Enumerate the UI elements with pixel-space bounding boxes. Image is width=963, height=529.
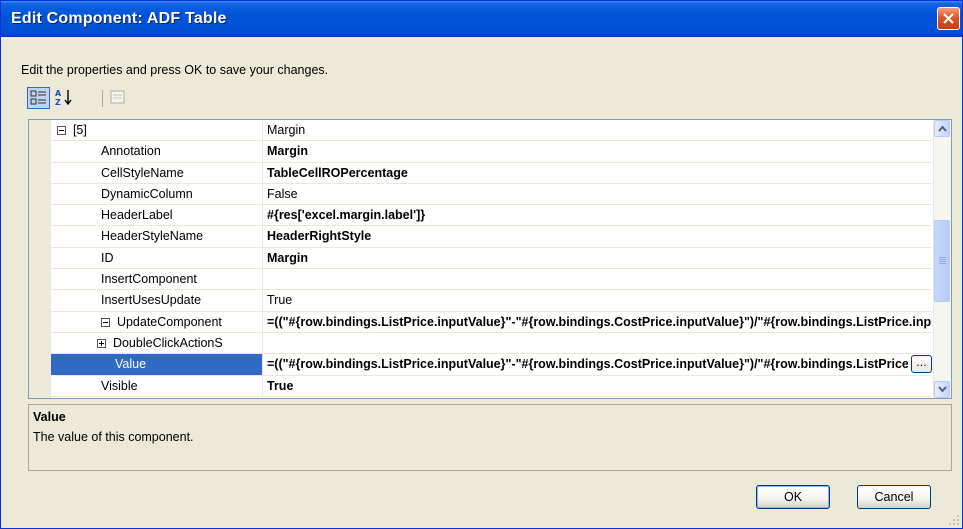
property-name-cell[interactable]: UpdateComponent [51,311,263,332]
property-row[interactable]: UpdateComponent =(("#{row.bindings.ListPr… [51,311,932,333]
property-name-cell[interactable]: HeaderLabel [51,205,263,226]
property-name-cell[interactable]: InsertUsesUpdate [51,290,263,311]
property-name-cell[interactable]: Value [51,354,263,375]
property-row[interactable]: InsertComponent [51,269,932,291]
property-row[interactable]: HeaderLabel #{res['excel.margin.label']} [51,205,932,227]
property-row[interactable]: DynamicColumn False [51,183,932,206]
property-name-label: UpdateComponent [116,314,222,329]
vertical-scrollbar[interactable] [933,120,951,398]
property-row[interactable]: HeaderStyleName HeaderRightStyle [51,226,932,248]
property-name-cell[interactable]: HeaderStyleName [51,226,263,247]
property-name-cell[interactable]: DoubleClickActionS [51,332,263,354]
property-name-cell[interactable]: DynamicColumn [51,183,263,205]
dialog-title: Edit Component: ADF Table [11,10,227,27]
property-value-text: =(("#{row.bindings.ListPrice.inputValue}… [267,314,932,329]
property-row[interactable]: Visible True [51,375,932,397]
property-value-text: TableCellROPercentage [267,165,408,180]
property-name-label: [5] [72,123,87,137]
svg-text:A: A [55,89,62,98]
property-row[interactable]: ... Value =(("#{row.bindings.ListPrice.inp… [51,354,932,376]
property-row[interactable]: CellStyleName TableCellROPercentage [51,162,932,184]
property-name-label: ID [101,250,114,265]
property-value-cell[interactable]: Margin [267,141,932,161]
property-name-label: Value [115,357,147,372]
property-row[interactable]: InsertUsesUpdate True [51,290,932,312]
scroll-thumb[interactable] [934,220,950,302]
property-value-cell[interactable]: False [267,184,932,204]
property-row[interactable]: ID Margin [51,247,932,270]
property-value-text: Margin [267,123,306,137]
property-value-text: HeaderRightStyle [267,229,372,244]
property-grid[interactable]: [5] Margin Annotation Margin CellStyleName Ta… [28,119,952,399]
help-title: Value [33,410,66,424]
scroll-down-button[interactable] [934,381,950,398]
property-value-cell[interactable] [267,269,932,289]
property-value-text: True [267,378,294,393]
alphabetical-button[interactable]: A Z [53,87,76,109]
expand-plus-icon[interactable] [97,338,106,348]
property-name-cell[interactable]: Visible [51,375,263,396]
title-bar[interactable]: Edit Component: ADF Table [1,1,962,37]
property-value-cell[interactable]: True [267,376,932,396]
grid-left-margin [29,120,51,398]
property-pages-button[interactable] [107,87,130,109]
property-value-cell[interactable] [267,333,932,353]
chevron-down-icon [938,386,947,393]
categorized-view-icon [30,90,46,105]
help-panel: Value The value of this component. [28,404,952,471]
property-pages-icon [110,90,125,104]
property-rows: [5] Margin Annotation Margin CellStyleName Ta… [51,120,932,397]
property-value-cell[interactable]: =(("#{row.bindings.ListPrice.inputValue}… [267,312,932,332]
chevron-up-icon [938,125,947,132]
property-value-cell[interactable]: Margin [267,120,932,140]
help-description: The value of this component. [33,430,194,444]
cancel-button[interactable]: Cancel [857,485,931,509]
property-value-cell[interactable]: #{res['excel.margin.label']} [267,205,932,225]
property-value-cell[interactable]: True [267,290,932,310]
property-value-text: #{res['excel.margin.label']} [267,208,426,223]
property-name-label: DoubleClickActionS [112,335,223,350]
collapse-minus-icon[interactable] [101,317,110,327]
ok-button[interactable]: OK [756,485,830,509]
property-name-label: InsertUsesUpdate [101,293,202,308]
property-name-cell[interactable]: InsertComponent [51,269,263,290]
property-name-label: DynamicColumn [101,186,193,201]
categorized-button[interactable] [27,87,50,109]
property-value-text: =(("#{row.bindings.ListPrice.inputValue}… [267,357,908,372]
dialog-window: Edit Component: ADF Table Edit the prope… [0,0,963,529]
collapse-minus-icon[interactable] [57,126,66,135]
property-name-label: CellStyleName [101,165,184,180]
property-name-cell[interactable]: Annotation [51,141,263,162]
property-row[interactable]: [5] Margin [51,120,932,142]
svg-text:Z: Z [55,98,61,107]
property-name-cell[interactable]: CellStyleName [51,162,263,183]
property-name-label: HeaderLabel [101,208,173,223]
toolbar-separator [102,90,103,107]
resize-grip-icon[interactable] [948,514,960,526]
alphabetical-sort-icon: A Z [55,89,72,107]
close-icon [943,13,954,24]
property-value-text: True [267,293,293,308]
property-name-cell[interactable]: [5] [51,120,263,141]
property-row[interactable]: Annotation Margin [51,141,932,163]
property-value-cell[interactable]: =(("#{row.bindings.ListPrice.inputValue}… [267,354,908,374]
property-value-cell[interactable]: Margin [267,248,932,268]
property-value-text: False [267,186,298,201]
property-value-text: Margin [267,250,308,265]
scroll-up-button[interactable] [934,120,950,137]
property-row[interactable]: DoubleClickActionS [51,332,932,355]
instructions-text: Edit the properties and press OK to save… [21,63,329,77]
property-name-cell[interactable]: ID [51,247,263,269]
property-name-label: InsertComponent [101,272,197,287]
ellipsis-button[interactable]: ... [911,355,932,374]
property-value-cell[interactable]: HeaderRightStyle [267,226,932,246]
property-name-label: HeaderStyleName [101,229,204,244]
close-button[interactable] [937,7,960,30]
property-name-label: Annotation [101,144,161,159]
property-value-cell[interactable]: TableCellROPercentage [267,163,932,183]
property-value-text: Margin [267,144,308,159]
property-name-label: Visible [101,378,138,393]
